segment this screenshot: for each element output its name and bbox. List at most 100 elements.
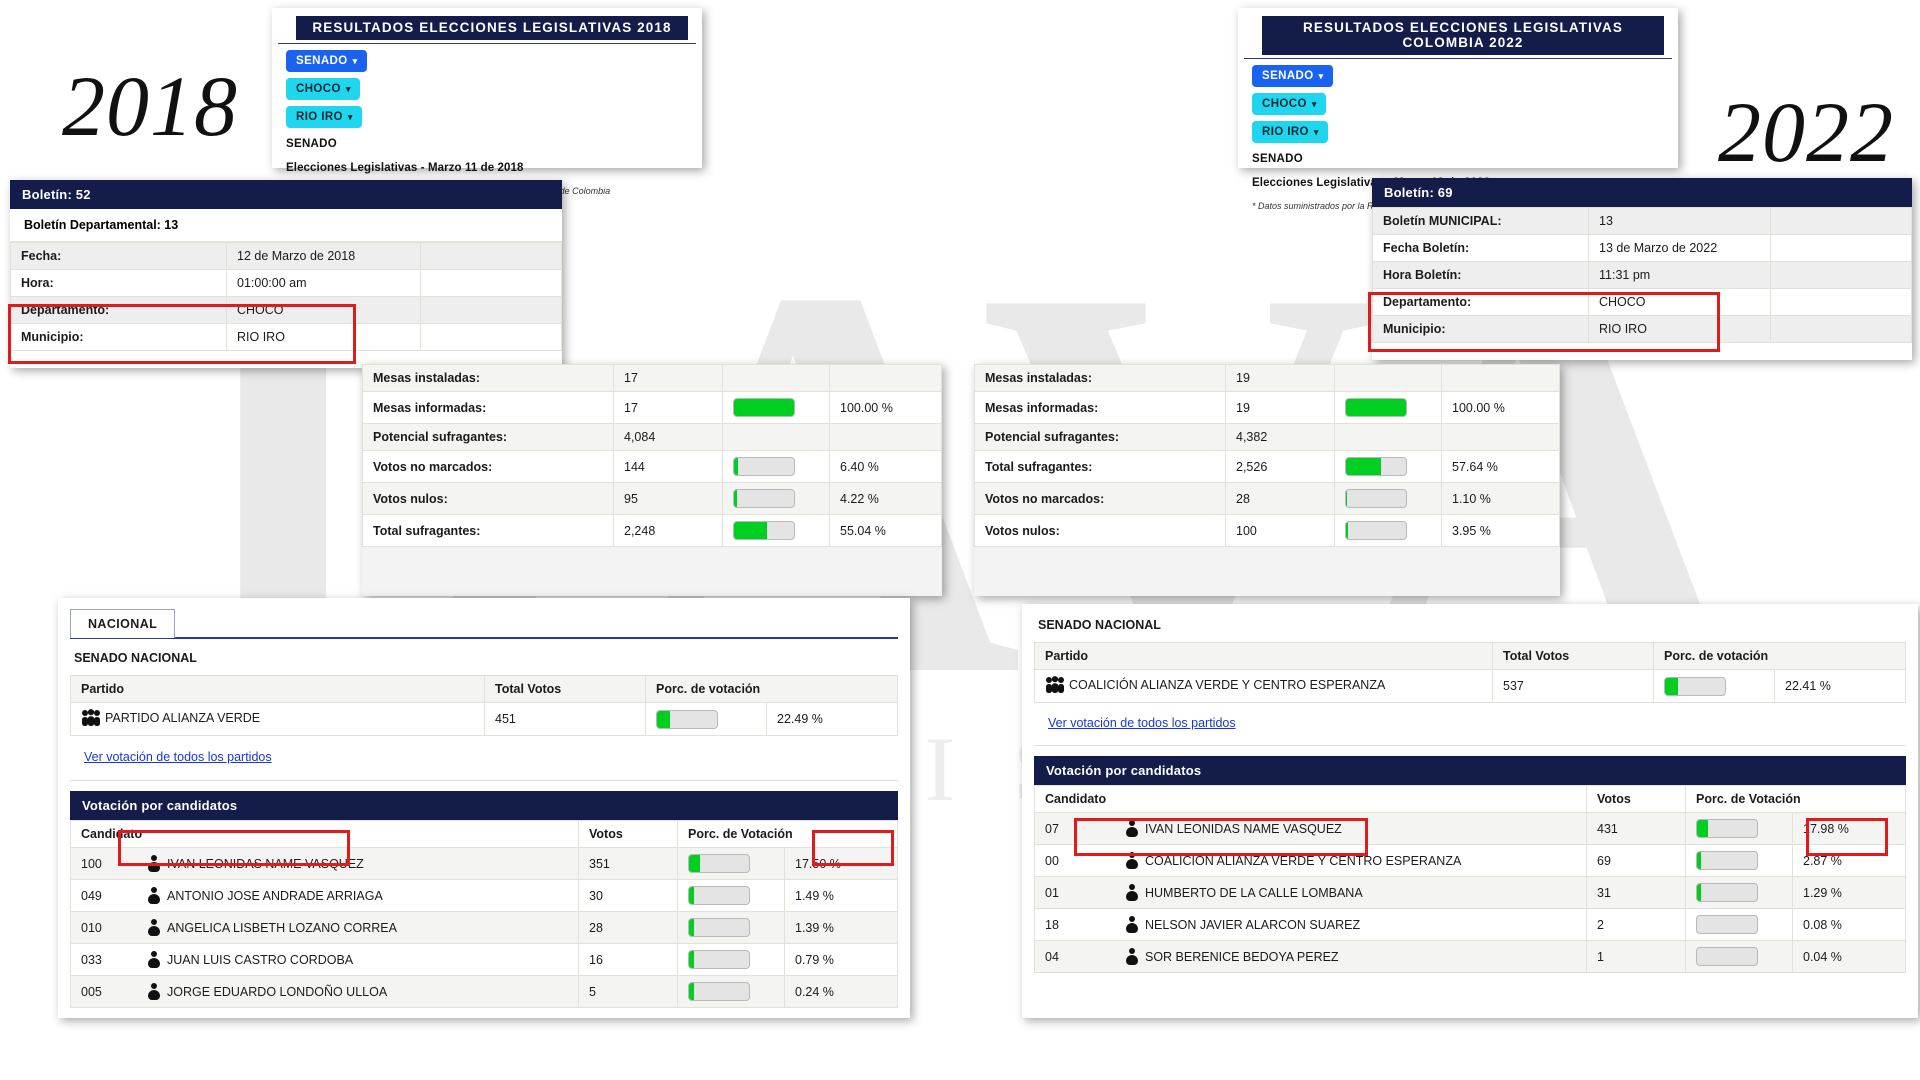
row-value: CHOCO [226, 296, 421, 324]
right-boletin-title: Boletín: 69 [1372, 178, 1912, 207]
right-breadcrumb-choco[interactable]: CHOCO ▾ [1252, 93, 1326, 115]
right-breadcrumb-senado-label: SENADO [1262, 70, 1314, 82]
right-breadcrumb-rioiro[interactable]: RIO IRO ▾ [1252, 121, 1328, 143]
left-boletin-card: Boletín: 52 Boletín Departamental: 13 Fe… [10, 180, 562, 368]
table-row: Fecha: 12 de Marzo de 2018 [10, 242, 562, 270]
table-row: Mesas instaladas: 17 [362, 364, 942, 392]
row-label: Mesas informadas: [974, 391, 1226, 424]
table-header-row: Candidato Votos Porc. de Votación [70, 820, 898, 848]
table-row: Mesas informadas: 19 100.00 % [974, 391, 1560, 424]
candidate-votes: 31 [1586, 876, 1686, 909]
row-bar [1334, 482, 1442, 515]
left-breadcrumb-rioiro[interactable]: RIO IRO ▾ [286, 106, 362, 128]
row-value: 95 [613, 482, 723, 515]
row-label: Potencial sufragantes: [974, 423, 1226, 451]
table-row: Departamento: CHOCO [1372, 288, 1912, 316]
party-votes: 537 [1492, 669, 1654, 703]
candidate-votes: 5 [578, 975, 678, 1008]
row-bar [1334, 364, 1442, 392]
row-percent [829, 364, 942, 392]
row-value: 17 [613, 364, 723, 392]
table-row: Total sufragantes: 2,248 55.04 % [362, 514, 942, 547]
party-name: PARTIDO ALIANZA VERDE [70, 702, 485, 736]
col-header-partido: Partido [70, 675, 485, 703]
candidate-votes: 431 [1586, 812, 1686, 845]
candidate-bar [677, 847, 785, 880]
person-icon [147, 983, 161, 1000]
progress-bar [1664, 676, 1726, 696]
right-boletin-table: Boletín MUNICIPAL: 13 Fecha Boletín: 13 de … [1372, 207, 1912, 343]
row-spacer [1770, 288, 1912, 316]
left-tabs: NACIONAL [58, 598, 910, 638]
year-label-left: 2018 [62, 58, 238, 154]
candidate-name: HUMBERTO DE LA CALLE LOMBANA [1115, 876, 1587, 909]
candidate-percent: 1.49 % [784, 879, 898, 912]
left-see-all-parties-link[interactable]: Ver votación de todos los partidos [84, 750, 272, 764]
candidate-bar [1685, 812, 1793, 845]
row-spacer [1770, 261, 1912, 289]
row-bar [1334, 423, 1442, 451]
table-row: 01 HUMBERTO DE LA CALLE LOMBANA 31 1.29 % [1034, 876, 1906, 909]
candidate-percent: 1.39 % [784, 911, 898, 944]
candidate-bar [1685, 844, 1793, 877]
progress-bar [733, 521, 795, 540]
candidate-name: NELSON JAVIER ALARCON SUAREZ [1115, 908, 1587, 941]
table-row: 010 ANGELICA LISBETH LOZANO CORREA 28 1.39 … [70, 911, 898, 944]
right-breadcrumb-senado[interactable]: SENADO ▾ [1252, 65, 1333, 87]
row-label: Votos no marcados: [362, 450, 614, 483]
row-label: Total sufragantes: [362, 514, 614, 547]
row-bar [722, 482, 830, 515]
progress-bar [1345, 521, 1407, 540]
candidate-name: JUAN LUIS CASTRO CORDOBA [137, 943, 579, 976]
row-percent: 55.04 % [829, 514, 942, 547]
left-breadcrumb-senado[interactable]: SENADO ▾ [286, 50, 367, 72]
table-row: Votos nulos: 100 3.95 % [974, 514, 1560, 547]
table-row: Votos no marcados: 144 6.40 % [362, 450, 942, 483]
progress-bar [733, 398, 795, 417]
col-header-candidato: Candidato [70, 820, 579, 848]
row-spacer [420, 242, 562, 270]
progress-bar [656, 709, 718, 729]
left-senado-nacional-title: SENADO NACIONAL [74, 651, 197, 665]
left-candidates-table: Candidato Votos Porc. de Votación 100 IVAN L… [70, 820, 898, 1008]
table-row: 033 JUAN LUIS CASTRO CORDOBA 16 0.79 % [70, 943, 898, 976]
progress-bar [1696, 947, 1758, 966]
table-row: Hora Boletín: 11:31 pm [1372, 261, 1912, 289]
progress-bar [1696, 819, 1758, 838]
candidate-bar [1685, 876, 1793, 909]
row-spacer [1770, 234, 1912, 262]
left-breadcrumb-choco[interactable]: CHOCO ▾ [286, 78, 360, 100]
tab-nacional-left[interactable]: NACIONAL [70, 609, 176, 638]
year-label-right: 2022 [1718, 84, 1894, 180]
person-icon [1125, 884, 1139, 901]
left-boletin-table: Fecha: 12 de Marzo de 2018 Hora: 01:00:00 a… [10, 242, 562, 351]
row-value: 19 [1225, 364, 1335, 392]
right-breadcrumb-rioiro-label: RIO IRO [1262, 126, 1309, 138]
row-value: CHOCO [1588, 288, 1771, 316]
right-corporation-label: SENADO [1252, 153, 1304, 165]
row-value: RIO IRO [1588, 315, 1771, 343]
row-label: Mesas informadas: [362, 391, 614, 424]
person-icon [1125, 852, 1139, 869]
row-label: Total sufragantes: [974, 450, 1226, 483]
right-see-all-parties-link[interactable]: Ver votación de todos los partidos [1048, 716, 1236, 730]
row-spacer [420, 296, 562, 324]
row-percent: 100.00 % [829, 391, 942, 424]
candidate-name: COALICIÓN ALIANZA VERDE Y CENTRO ESPERAN… [1115, 844, 1587, 877]
row-label: Mesas instaladas: [974, 364, 1226, 392]
progress-bar [688, 950, 750, 969]
row-spacer [1770, 207, 1912, 235]
candidate-code: 00 [1034, 844, 1115, 877]
progress-bar [688, 918, 750, 937]
row-value: 11:31 pm [1588, 261, 1771, 289]
row-label: Potencial sufragantes: [362, 423, 614, 451]
row-value: 144 [613, 450, 723, 483]
candidate-name: IVAN LEONIDAS NAME VASQUEZ [137, 847, 579, 880]
party-bar [645, 702, 767, 736]
row-label: Mesas instaladas: [362, 364, 614, 392]
person-icon [1125, 820, 1139, 837]
row-value: 13 de Marzo de 2022 [1588, 234, 1771, 262]
row-percent [829, 423, 942, 451]
party-percent: 22.49 % [766, 702, 898, 736]
person-icon [1125, 916, 1139, 933]
